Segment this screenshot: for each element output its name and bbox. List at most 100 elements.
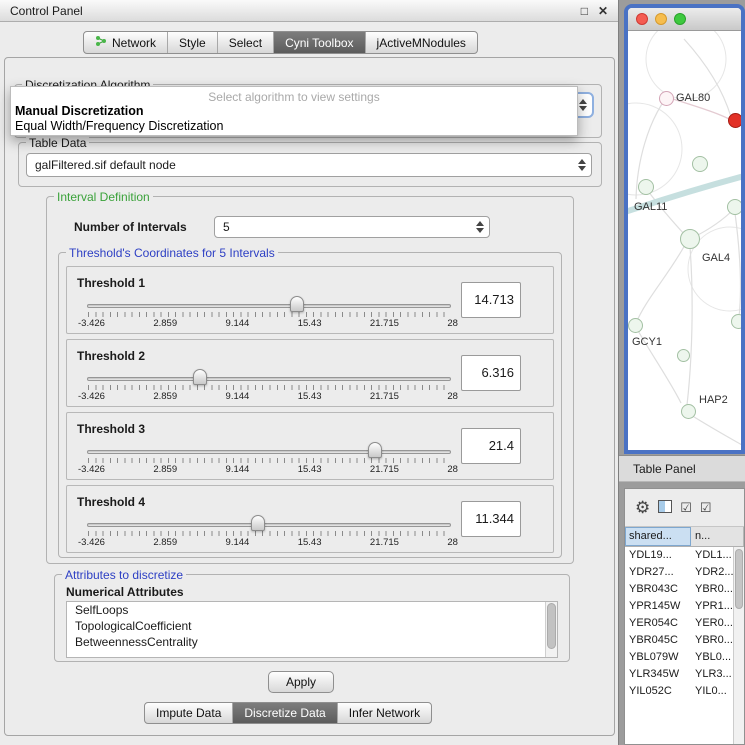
- network-canvas[interactable]: GAL80 GAL11 GAL4 GCY1 HAP2: [628, 31, 741, 450]
- slider-track[interactable]: [87, 450, 451, 454]
- slider-track[interactable]: [87, 523, 451, 527]
- list-item[interactable]: SelfLoops: [67, 602, 557, 618]
- slider-thumb[interactable]: [251, 515, 265, 531]
- threshold-value-field[interactable]: 6.316: [461, 355, 521, 391]
- table-row[interactable]: YDL19...YDL1...: [625, 547, 733, 564]
- minimize-traffic-light-icon[interactable]: [655, 13, 667, 25]
- tick-label: 28: [447, 318, 458, 329]
- table-header-row: shared... n...: [625, 527, 744, 547]
- control-panel-tabs: Network Style Select Cyni Toolbox jActiv…: [83, 31, 478, 54]
- threshold-value-field[interactable]: 11.344: [461, 501, 521, 537]
- network-node[interactable]: [677, 349, 690, 362]
- table-cell: YDL1...: [691, 547, 733, 564]
- node-label-hap2: HAP2: [699, 394, 728, 406]
- number-of-intervals-combobox[interactable]: 5: [214, 216, 490, 238]
- slider-thumb[interactable]: [193, 369, 207, 385]
- close-traffic-light-icon[interactable]: [636, 13, 648, 25]
- network-node-gcy1[interactable]: [628, 318, 643, 333]
- tab-infer-network[interactable]: Infer Network: [338, 703, 431, 723]
- apply-button[interactable]: Apply: [268, 671, 334, 693]
- network-node-hap2[interactable]: [681, 404, 696, 419]
- zoom-traffic-light-icon[interactable]: [674, 13, 686, 25]
- column-header-name[interactable]: n...: [691, 527, 744, 546]
- slider-scale-labels: -3.4262.8599.14415.4321.71528: [78, 464, 458, 475]
- threshold-label: Threshold 3: [77, 422, 145, 436]
- tick-label: 2.859: [153, 318, 177, 329]
- network-node-gal80[interactable]: [659, 91, 674, 106]
- table-settings-gear-icon[interactable]: ⚙: [635, 499, 650, 516]
- table-data-group-title: Table Data: [26, 136, 89, 150]
- threshold-slider[interactable]: -3.4262.8599.14415.4321.71528: [87, 299, 451, 333]
- table-data-combobox[interactable]: galFiltered.sif default node: [26, 153, 592, 177]
- tab-style[interactable]: Style: [168, 32, 218, 53]
- slider-thumb[interactable]: [368, 442, 382, 458]
- dropdown-option-manual-discretization[interactable]: Manual Discretization: [11, 104, 577, 119]
- table-cell: YPR145W: [625, 598, 691, 615]
- algorithm-dropdown-popup: Select algorithm to view settings Manual…: [10, 86, 578, 136]
- slider-ticks: [88, 312, 451, 317]
- table-cell: YBR045C: [625, 632, 691, 649]
- tab-discretize-data[interactable]: Discretize Data: [233, 703, 337, 723]
- tab-impute-data[interactable]: Impute Data: [145, 703, 233, 723]
- table-row[interactable]: YER054CYER0...: [625, 615, 733, 632]
- table-row[interactable]: YDR27...YDR2...: [625, 564, 733, 581]
- tab-select[interactable]: Select: [218, 32, 274, 53]
- tab-label: Style: [179, 36, 206, 50]
- tick-label: -3.426: [78, 464, 105, 475]
- dropdown-option-equal-width-frequency[interactable]: Equal Width/Frequency Discretization: [11, 119, 577, 134]
- network-node[interactable]: [727, 199, 741, 215]
- attributes-group-title: Attributes to discretize: [62, 568, 186, 582]
- unselect-columns-icon[interactable]: ☑: [700, 501, 712, 514]
- list-item[interactable]: BetweennessCentrality: [67, 634, 557, 650]
- table-panel-header: Table Panel: [619, 455, 745, 482]
- table-row[interactable]: YPR145WYPR1...: [625, 598, 733, 615]
- table-cell: YLR345W: [625, 666, 691, 683]
- table-row[interactable]: YBR043CYBR0...: [625, 581, 733, 598]
- table-row[interactable]: YIL052CYIL0...: [625, 683, 733, 700]
- slider-track[interactable]: [87, 377, 451, 381]
- table-row[interactable]: YLR345WYLR3...: [625, 666, 733, 683]
- tick-label: 28: [447, 391, 458, 402]
- list-scrollbar-thumb[interactable]: [547, 603, 556, 649]
- threshold-label: Threshold 2: [77, 349, 145, 363]
- select-all-columns-icon[interactable]: ☑: [680, 501, 692, 514]
- threshold-value-field[interactable]: 14.713: [461, 282, 521, 318]
- table-cell: YBR043C: [625, 581, 691, 598]
- list-scrollbar[interactable]: [545, 602, 557, 657]
- control-panel-titlebar: Control Panel □ ✕: [0, 0, 618, 22]
- slider-track[interactable]: [87, 304, 451, 308]
- control-panel-window: Control Panel □ ✕ Network Style Select C…: [0, 0, 619, 745]
- tab-cyni-toolbox[interactable]: Cyni Toolbox: [274, 32, 365, 53]
- threshold-slider[interactable]: -3.4262.8599.14415.4321.71528: [87, 518, 451, 552]
- show-columns-icon[interactable]: [658, 500, 672, 515]
- node-label-gcy1: GCY1: [632, 336, 662, 348]
- table-cell: YBR0...: [691, 632, 733, 649]
- tick-label: 21.715: [370, 318, 399, 329]
- table-row[interactable]: YBL079WYBL0...: [625, 649, 733, 666]
- network-node-highlighted[interactable]: [728, 113, 741, 128]
- float-window-icon[interactable]: □: [581, 4, 588, 18]
- close-window-icon[interactable]: ✕: [598, 4, 608, 18]
- network-node[interactable]: [692, 156, 708, 172]
- tab-label: Select: [229, 36, 262, 50]
- network-node[interactable]: [731, 314, 741, 329]
- table-scrollbar[interactable]: [733, 547, 744, 744]
- table-cell: YIL052C: [625, 683, 691, 700]
- threshold-slider[interactable]: -3.4262.8599.14415.4321.71528: [87, 445, 451, 479]
- threshold-value-field[interactable]: 21.4: [461, 428, 521, 464]
- slider-scale-labels: -3.4262.8599.14415.4321.71528: [78, 318, 458, 329]
- table-cell: YBR0...: [691, 581, 733, 598]
- threshold-label: Threshold 4: [77, 495, 145, 509]
- tab-jactivemnodules[interactable]: jActiveMNodules: [366, 32, 477, 53]
- table-row[interactable]: YBR045CYBR0...: [625, 632, 733, 649]
- column-header-shared-name[interactable]: shared...: [625, 527, 691, 546]
- network-node[interactable]: [638, 179, 654, 195]
- network-node-gal4[interactable]: [680, 229, 700, 249]
- threshold-slider[interactable]: -3.4262.8599.14415.4321.71528: [87, 372, 451, 406]
- list-item[interactable]: TopologicalCoefficient: [67, 618, 557, 634]
- slider-thumb[interactable]: [290, 296, 304, 312]
- table-scrollbar-thumb[interactable]: [735, 549, 743, 609]
- table-panel-title: Table Panel: [633, 462, 696, 476]
- tab-network[interactable]: Network: [84, 32, 168, 53]
- tab-label: Infer Network: [349, 706, 420, 720]
